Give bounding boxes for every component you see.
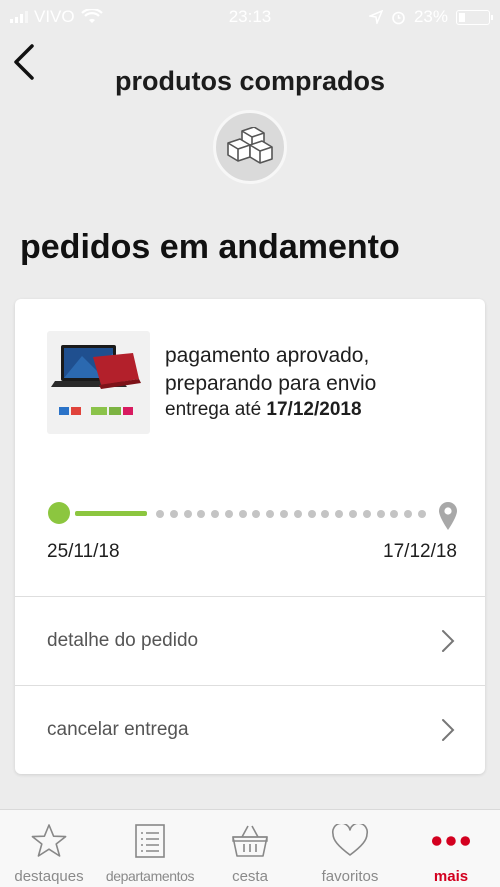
tab-destaques[interactable]: destaques [0,810,98,887]
tab-label: cesta [232,868,268,885]
progress-dot [321,510,330,518]
progress-remaining [156,510,426,518]
order-card: pagamento aprovado, preparando para envi… [15,299,485,774]
progress-start-dot [48,502,70,524]
order-status: pagamento aprovado, preparando para envi… [165,344,377,395]
destination-pin-icon [439,502,457,530]
progress-dot [348,510,357,518]
tab-favoritos[interactable]: favoritos [298,810,402,887]
progress-dot [211,510,220,518]
progress-dot [376,510,385,518]
progress-dot [252,510,261,518]
start-date: 25/11/18 [47,541,120,562]
tab-cesta[interactable]: cesta [202,810,298,887]
more-dots-icon [431,822,471,860]
tab-bar: destaques departamentos cesta favoritos … [0,809,500,887]
tab-label: mais [433,868,469,885]
tab-label: departamentos [105,868,195,884]
progress-dot [224,510,233,518]
progress-dot [417,510,426,518]
tab-departamentos[interactable]: departamentos [98,810,202,887]
progress-dot [335,510,344,518]
product-thumbnail[interactable] [47,331,150,434]
progress-dot [293,510,302,518]
progress-dot [169,510,178,518]
boxes-icon [213,110,287,184]
basket-icon [230,822,270,860]
battery-percent: 23% [413,7,448,26]
location-arrow-icon [368,10,383,24]
alarm-icon [392,11,405,24]
list-icon [130,822,170,860]
progress-dot [266,510,275,518]
progress-dot [404,510,413,518]
status-right: 23% [368,7,493,27]
cancel-delivery-label: cancelar entrega [47,719,189,740]
progress-dot [156,510,164,518]
delivery-estimate: entrega até 17/12/2018 [165,399,362,421]
battery-icon [456,9,493,25]
progress-bar-fill [75,511,147,516]
delivery-prefix: entrega até [165,399,262,420]
progress-dot [307,510,316,518]
chevron-right-icon [442,719,455,741]
star-icon [29,822,69,860]
end-date: 17/12/18 [383,541,457,562]
tab-label: favoritos [321,868,379,885]
progress-dot [362,510,371,518]
section-title: pedidos em andamento [20,228,400,266]
delivery-date: 17/12/2018 [266,399,362,420]
status-bar: VIVO 23:13 23% [0,0,500,34]
tab-mais[interactable]: mais [402,810,500,887]
progress-dot [280,510,289,518]
order-detail-link[interactable]: detalhe do pedido [15,597,485,685]
cancel-delivery-link[interactable]: cancelar entrega [15,686,485,774]
progress-dot [238,510,247,518]
progress-dot [390,510,399,518]
order-detail-label: detalhe do pedido [47,630,199,651]
tab-label: destaques [14,868,84,885]
heart-icon [330,822,370,860]
progress-dot [183,510,192,518]
chevron-right-icon [442,630,455,652]
progress-dot [197,510,206,518]
page-title: produtos comprados [114,66,385,96]
